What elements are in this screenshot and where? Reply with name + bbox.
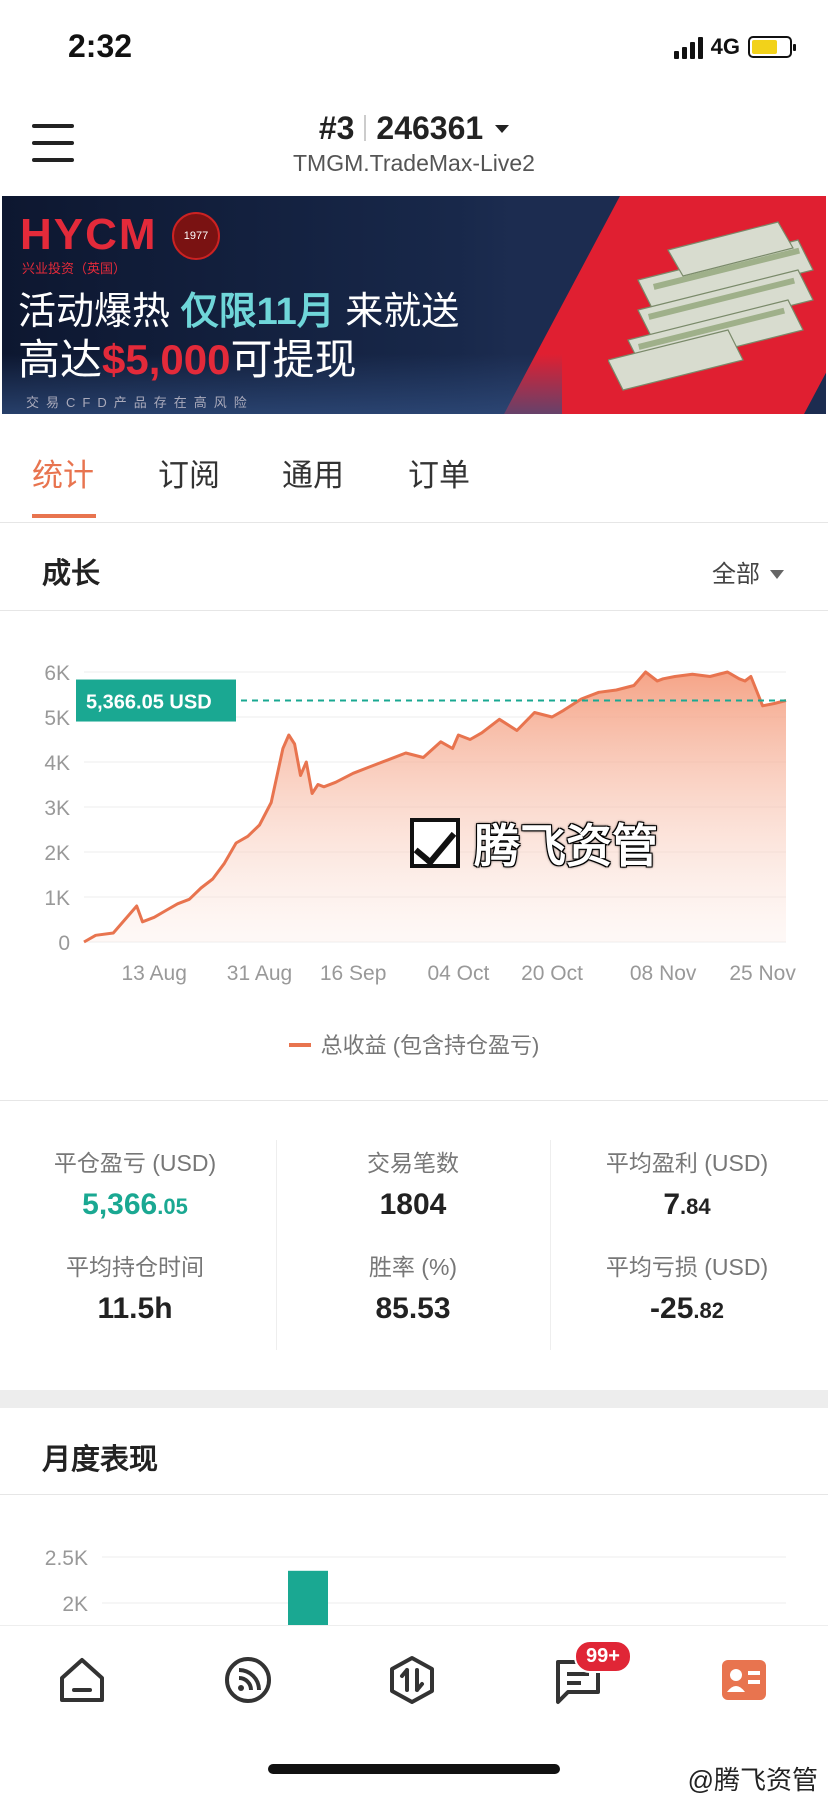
stat-avg-profit: 平均盈利 (USD) 7.84 <box>605 1150 769 1221</box>
tab-active-indicator <box>32 514 96 518</box>
divider <box>276 1140 277 1350</box>
trade-icon[interactable] <box>386 1654 438 1706</box>
y-tick-label: 5K <box>44 707 70 730</box>
section-title-growth: 成长 <box>42 558 101 590</box>
y-tick-label: 2K <box>44 842 70 865</box>
status-indicators: 4G <box>673 34 796 60</box>
checkbox-icon <box>410 818 460 868</box>
banner-logo-subtitle: 兴业投资（英国） <box>22 261 127 276</box>
money-stack-image <box>608 221 814 391</box>
x-tick-label: 25 Nov <box>729 962 796 985</box>
banner-seal: 1977 <box>172 212 220 260</box>
y-tick-label: 3K <box>44 797 70 820</box>
home-icon[interactable] <box>56 1654 108 1706</box>
account-id: 246361 <box>376 110 484 146</box>
notification-badge: 99+ <box>574 1640 632 1673</box>
divider <box>0 1494 828 1495</box>
stat-trade-count: 交易笔数 1804 <box>367 1150 459 1221</box>
banner-logo: HYCM <box>20 210 158 259</box>
profile-card-icon[interactable] <box>718 1654 770 1706</box>
x-tick-label: 20 Oct <box>521 962 583 985</box>
status-time: 2:32 <box>68 28 133 64</box>
tab-stats[interactable]: 统计 <box>32 450 94 495</box>
caret-down-icon <box>495 125 510 133</box>
banner-offer: 高达$5,000可提现 <box>18 336 357 383</box>
divider <box>0 610 828 611</box>
y-tick-label: 6K <box>44 662 70 685</box>
chart-legend: 总收益 (包含持仓盈亏) <box>0 1028 828 1060</box>
x-tick-label: 31 Aug <box>227 962 292 985</box>
signals-feed-icon[interactable] <box>222 1654 274 1706</box>
monthly-y-tick: 2.5K <box>45 1547 88 1570</box>
weibo-watermark: @腾飞资管 <box>687 1765 818 1795</box>
x-tick-label: 13 Aug <box>121 962 186 985</box>
current-value-label: 5,366.05 USD <box>86 692 212 714</box>
account-selector[interactable]: #3 246361 <box>0 110 828 147</box>
stat-win-rate: 胜率 (%) 85.53 <box>368 1254 458 1325</box>
section-gap <box>0 1390 828 1408</box>
divider <box>0 1100 828 1101</box>
monthly-chart: 2.5K 2K <box>45 1547 786 1625</box>
home-indicator[interactable] <box>268 1764 560 1774</box>
caret-down-icon <box>770 570 784 579</box>
x-tick-label: 04 Oct <box>427 962 489 985</box>
tab-orders[interactable]: 订单 <box>408 450 470 495</box>
tab-general[interactable]: 通用 <box>282 450 344 495</box>
y-tick-label: 4K <box>44 752 70 775</box>
monthly-bar <box>288 1570 328 1625</box>
account-number: #3 <box>318 110 355 146</box>
tab-subscribe[interactable]: 订阅 <box>158 450 220 495</box>
stat-closed-pnl: 平仓盈亏 (USD) 5,366.05 <box>53 1150 217 1221</box>
network-type: 4G <box>710 34 740 59</box>
monthly-y-tick: 2K <box>62 1593 88 1616</box>
battery-icon <box>748 36 796 58</box>
x-tick-label: 16 Sep <box>320 962 387 985</box>
stat-avg-hold-time: 平均持仓时间 11.5h <box>66 1254 204 1325</box>
watermark: 腾飞资管 <box>410 810 658 876</box>
period-filter-dropdown[interactable]: 全部 <box>712 554 784 589</box>
divider <box>0 522 828 523</box>
stat-avg-loss: 平均亏损 (USD) -25.82 <box>605 1254 769 1325</box>
section-title-monthly: 月度表现 <box>42 1444 159 1476</box>
y-tick-label: 0 <box>58 932 70 955</box>
y-tick-label: 1K <box>44 887 70 910</box>
banner-disclaimer: 交易CFD产品存在高风险 <box>26 395 254 410</box>
x-tick-label: 08 Nov <box>630 962 697 985</box>
cellular-signal-icon <box>673 35 703 59</box>
server-name: TMGM.TradeMax-Live2 <box>293 150 535 176</box>
divider <box>550 1140 551 1350</box>
